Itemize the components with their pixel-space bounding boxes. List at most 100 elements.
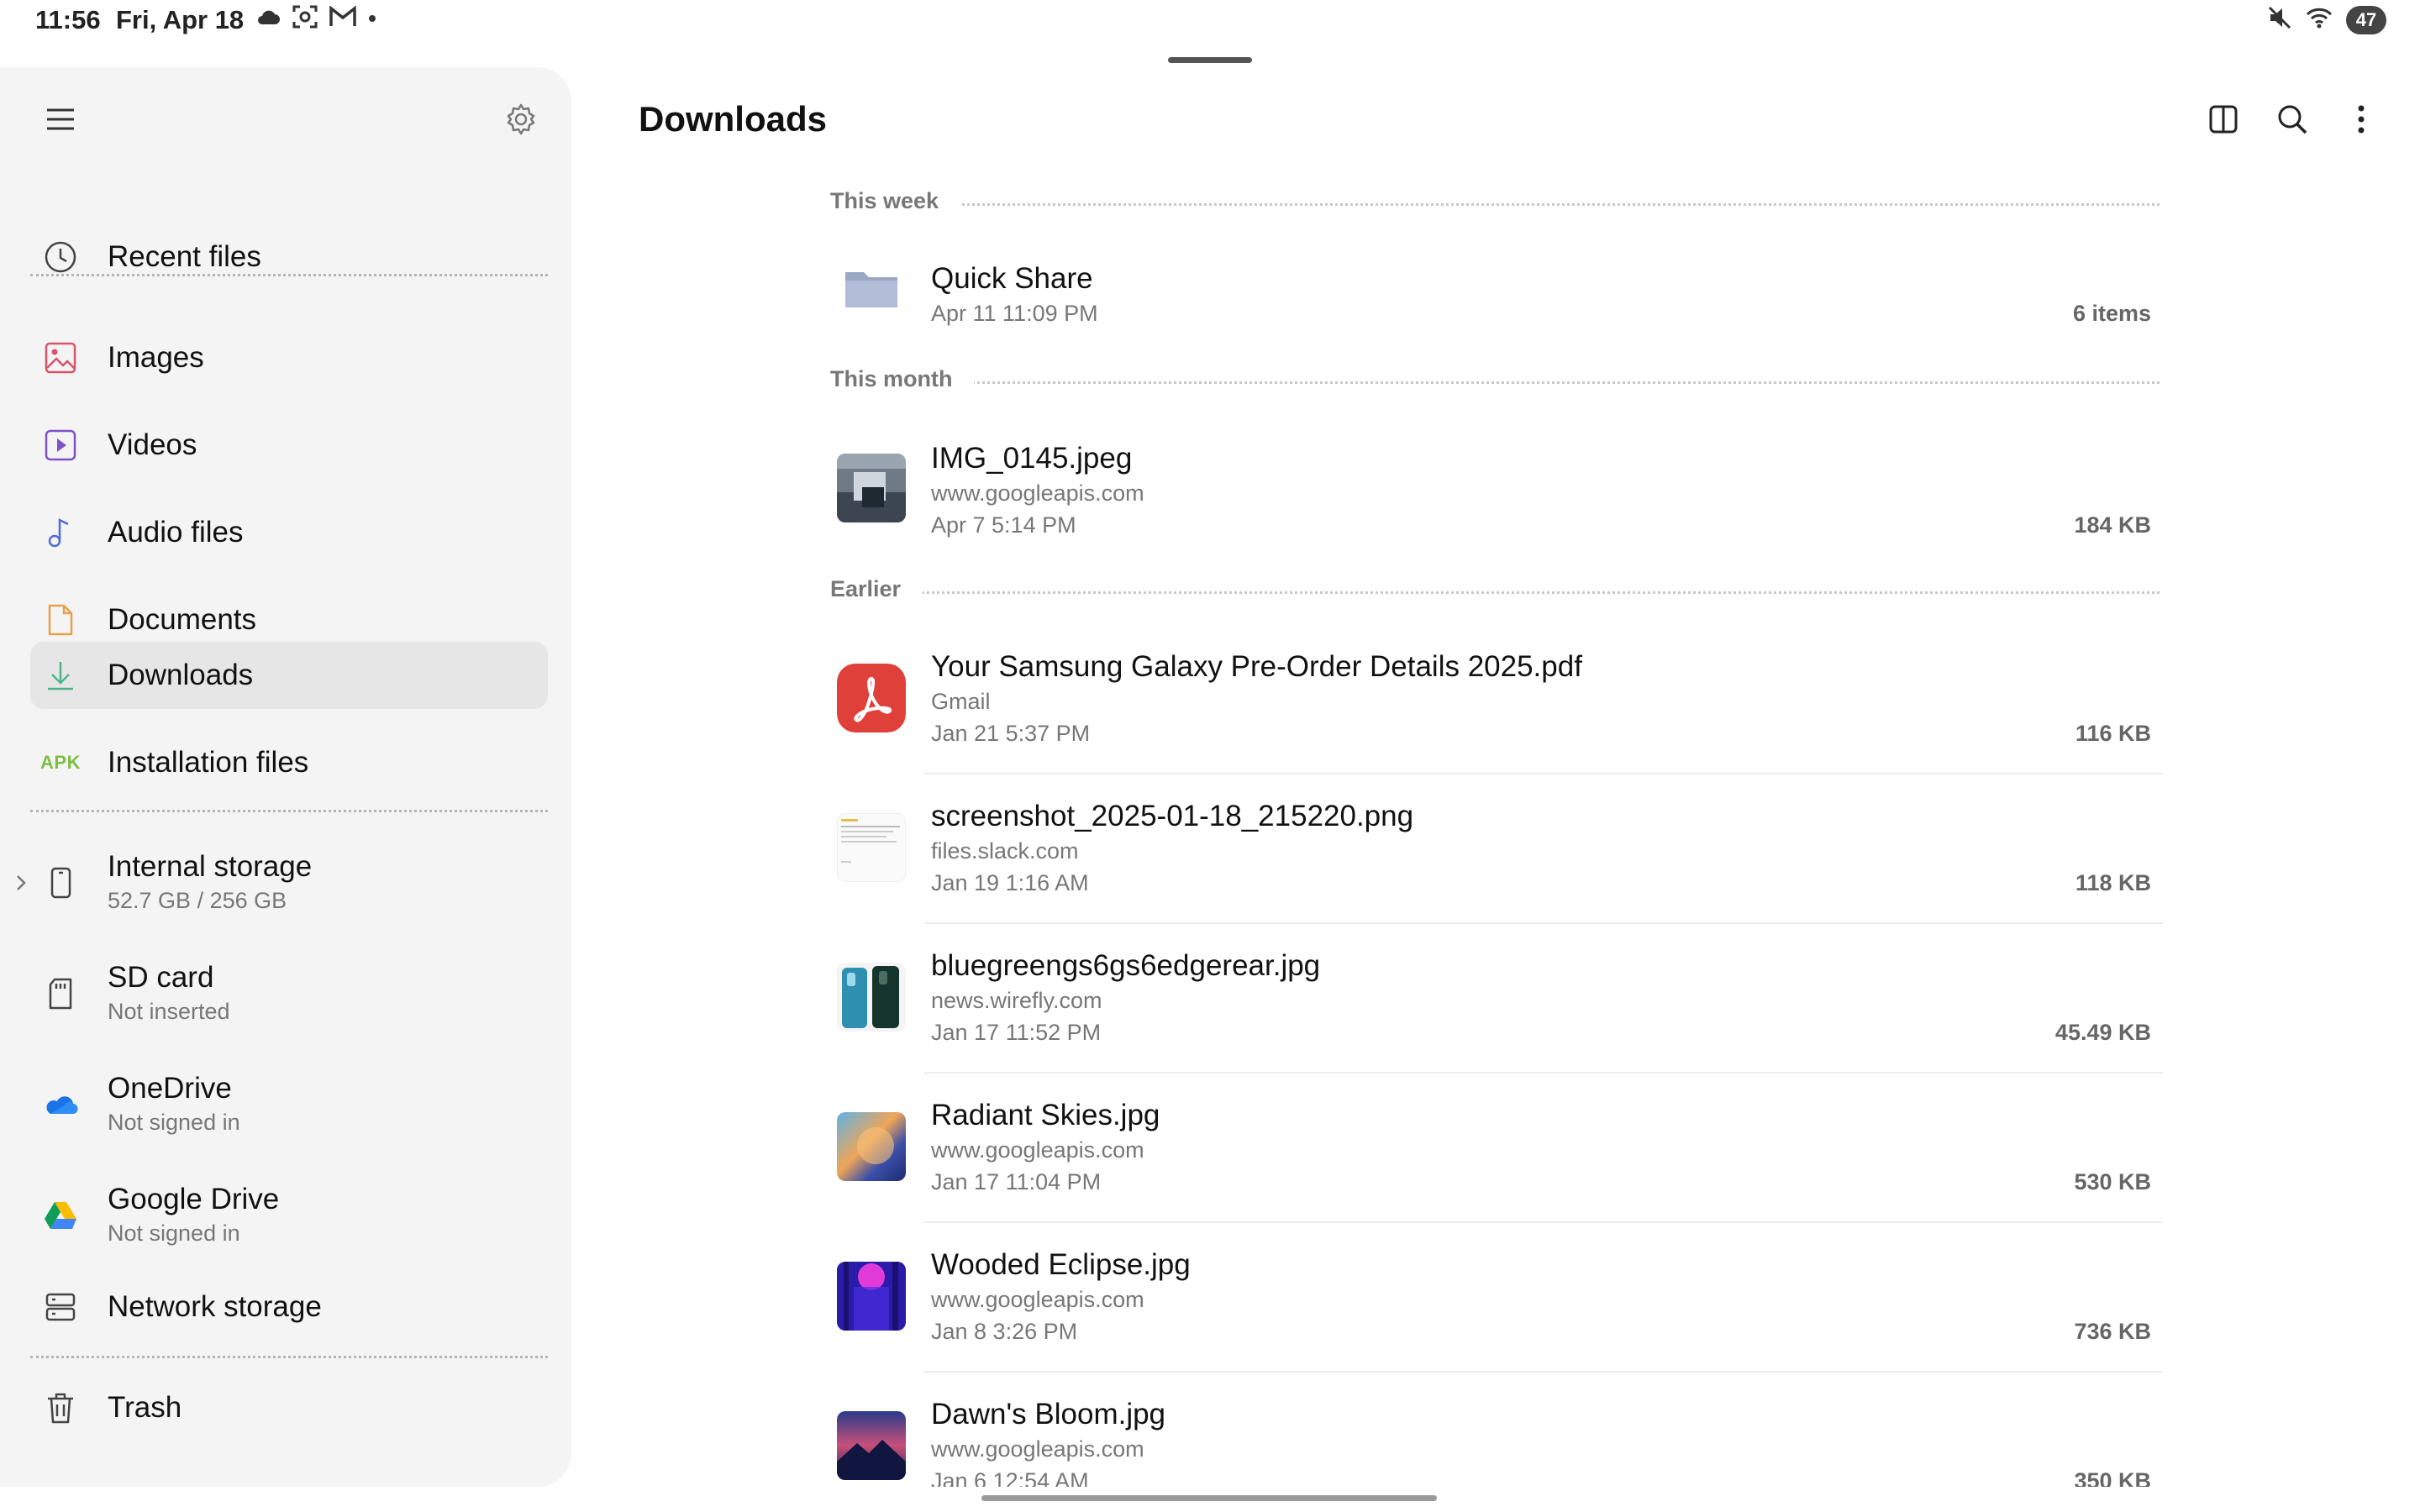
sidebar-item-network-storage[interactable]: Network storage	[30, 1273, 548, 1341]
sd-card-icon	[42, 975, 79, 1012]
storage-usage: 52.7 GB / 256 GB	[108, 888, 287, 913]
more-vertical-icon	[2356, 104, 2366, 139]
file-size: 118 KB	[2075, 870, 2151, 895]
divider	[30, 810, 548, 812]
dot-icon	[368, 12, 376, 27]
file-size: 736 KB	[2074, 1319, 2151, 1344]
menu-button[interactable]	[34, 94, 87, 148]
file-row[interactable]: Your Samsung Galaxy Pre-Order Details 20…	[830, 625, 2163, 774]
file-date: Jan 17 11:52 PM	[931, 1020, 1102, 1045]
file-date: Jan 19 1:16 AM	[931, 870, 1089, 895]
file-name: Wooded Eclipse.jpg	[931, 1248, 1191, 1281]
sidebar-item-onedrive[interactable]: OneDrive Not signed in	[30, 1058, 548, 1151]
sidebar-item-sd-card[interactable]: SD card Not inserted	[30, 948, 548, 1040]
sidebar-item-images[interactable]: Images	[30, 324, 548, 391]
image-thumbnail	[837, 963, 906, 1032]
file-date: Apr 11 11:09 PM	[931, 301, 1098, 326]
file-source: www.googleapis.com	[931, 1436, 1144, 1462]
split-view-button[interactable]	[2198, 99, 2249, 143]
image-icon	[42, 339, 79, 376]
file-row[interactable]: bluegreengs6gs6edgerear.jpg news.wirefly…	[830, 924, 2163, 1074]
file-row[interactable]: IMG_0145.jpeg www.googleapis.com Apr 7 5…	[830, 408, 2163, 576]
sidebar-item-internal-storage[interactable]: Internal storage 52.7 GB / 256 GB	[17, 837, 548, 929]
section-label: Earlier	[830, 576, 923, 602]
status-date: Fri, Apr 18	[116, 5, 245, 34]
sidebar-item-label: Videos	[108, 428, 197, 461]
sidebar-item-status: Not inserted	[108, 999, 230, 1024]
file-row[interactable]: Radiant Skies.jpg www.googleapis.com Jan…	[830, 1074, 2163, 1223]
image-thumbnail	[837, 454, 906, 522]
sidebar-item-audio-files[interactable]: Audio files	[30, 499, 548, 566]
file-name: Dawn's Bloom.jpg	[931, 1398, 1166, 1431]
file-source: www.googleapis.com	[931, 1137, 1144, 1163]
sidebar-item-status: Not signed in	[108, 1221, 240, 1246]
sidebar-item-label: Audio files	[108, 516, 244, 549]
file-size: 45.49 KB	[2054, 1020, 2151, 1045]
divider	[30, 274, 548, 276]
sidebar-item-label: Google Drive	[108, 1183, 280, 1215]
image-thumbnail	[837, 1112, 906, 1181]
pdf-icon	[837, 664, 906, 732]
file-date: Jan 17 11:04 PM	[931, 1169, 1102, 1194]
file-size: 6 items	[2072, 301, 2151, 326]
sidebar-item-downloads[interactable]: Downloads	[30, 642, 548, 709]
folder-icon	[837, 254, 906, 323]
sidebar-item-label: Trash	[108, 1391, 182, 1424]
cloud-icon	[255, 8, 281, 30]
music-note-icon	[42, 514, 79, 551]
trash-icon	[42, 1389, 79, 1426]
file-source: news.wirefly.com	[931, 988, 1102, 1013]
sidebar: Recent files Images Videos Audio files D…	[0, 67, 571, 1487]
sidebar-item-label: Internal storage	[108, 850, 313, 883]
window-drag-handle[interactable]	[1168, 57, 1252, 63]
status-time: 11:56	[35, 5, 101, 34]
wifi-icon	[2306, 7, 2333, 33]
onedrive-icon	[42, 1086, 79, 1123]
image-thumbnail	[837, 1262, 906, 1331]
file-name: Quick Share	[931, 262, 1093, 295]
mute-icon	[2267, 5, 2292, 34]
video-icon	[42, 427, 79, 464]
section-header: This month	[830, 366, 2160, 400]
section-label: This month	[830, 366, 975, 392]
file-date: Jan 21 5:37 PM	[931, 721, 1091, 746]
screenshot-icon	[292, 5, 318, 33]
search-button[interactable]	[2267, 99, 2317, 143]
file-row[interactable]: Wooded Eclipse.jpg www.googleapis.com Ja…	[830, 1223, 2163, 1373]
phone-icon	[42, 864, 79, 901]
file-name: IMG_0145.jpeg	[931, 442, 1133, 475]
more-options-button[interactable]	[2336, 99, 2386, 143]
file-source: www.googleapis.com	[931, 1287, 1144, 1312]
sidebar-item-recent-files[interactable]: Recent files	[30, 223, 548, 291]
sidebar-item-installation-files[interactable]: APK Installation files	[30, 729, 548, 796]
file-name: screenshot_2025-01-18_215220.png	[931, 800, 1414, 832]
sidebar-item-google-drive[interactable]: Google Drive Not signed in	[30, 1169, 548, 1262]
file-row[interactable]: screenshot_2025-01-18_215220.png files.s…	[830, 774, 2163, 924]
settings-button[interactable]	[494, 94, 548, 148]
scrollbar[interactable]	[981, 1495, 1437, 1501]
sidebar-item-label: OneDrive	[108, 1072, 232, 1105]
file-size: 530 KB	[2074, 1169, 2151, 1194]
file-size: 184 KB	[2074, 512, 2151, 538]
gmail-icon	[329, 5, 356, 32]
section-header: This week	[830, 188, 2160, 222]
chevron-right-icon[interactable]	[15, 837, 32, 929]
sidebar-item-label: Network storage	[108, 1290, 322, 1323]
file-name: Radiant Skies.jpg	[931, 1099, 1160, 1131]
page-title: Downloads	[639, 99, 828, 139]
document-icon	[42, 601, 79, 638]
gear-icon	[505, 103, 537, 139]
sidebar-item-status: Not signed in	[108, 1110, 240, 1135]
search-icon	[2276, 103, 2308, 139]
sidebar-item-label: Downloads	[108, 659, 254, 691]
section-header: Earlier	[830, 576, 2160, 610]
sidebar-item-label: Images	[108, 341, 204, 374]
sidebar-item-videos[interactable]: Videos	[30, 412, 548, 479]
sidebar-item-label: Recent files	[108, 240, 261, 273]
clock-icon	[42, 239, 79, 276]
sidebar-item-trash[interactable]: Trash	[30, 1374, 548, 1441]
sidebar-item-label: SD card	[108, 961, 214, 994]
folder-row-quick-share[interactable]: Quick Share Apr 11 11:09 PM 6 items	[830, 220, 2163, 346]
file-date: Apr 7 5:14 PM	[931, 512, 1076, 538]
file-source: Gmail	[931, 689, 991, 714]
